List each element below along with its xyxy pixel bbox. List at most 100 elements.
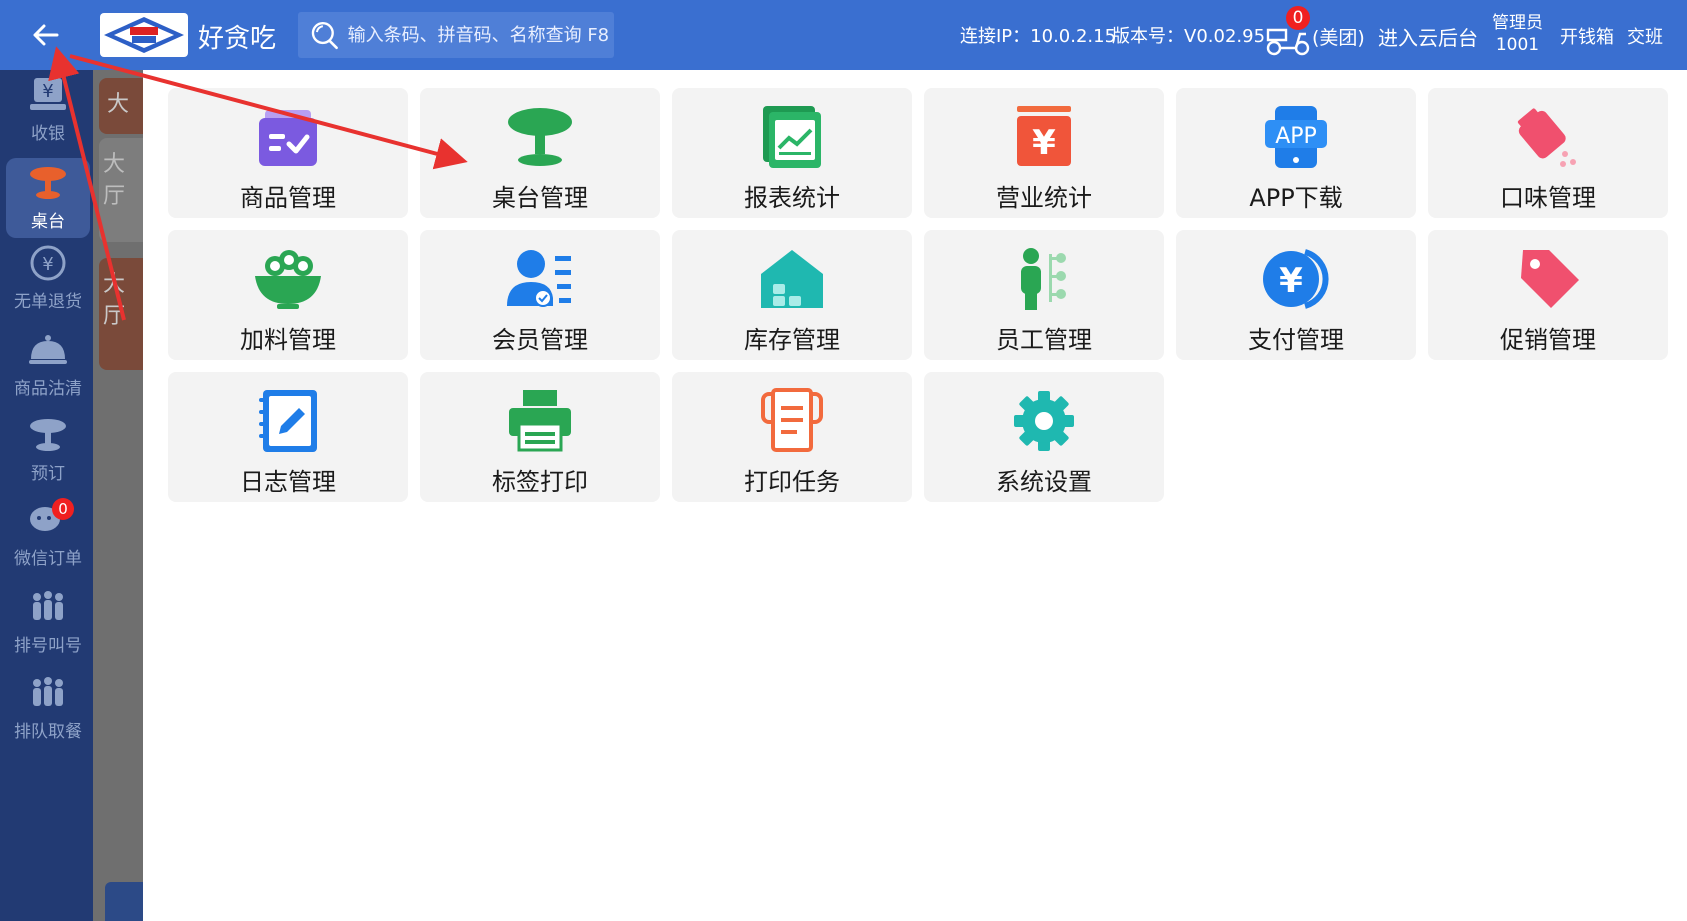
dimmed-card: 大厅 [99, 258, 143, 370]
tile-payment-management[interactable]: ¥ 支付管理 [1176, 230, 1416, 360]
dimmed-button [105, 882, 143, 921]
sidebar-item-table[interactable]: 桌台 [6, 158, 90, 238]
cloud-backend-link[interactable]: 进入云后台 [1378, 22, 1478, 51]
sidebar-item-label: 排队取餐 [14, 722, 82, 742]
tile-label: 库存管理 [744, 326, 840, 354]
tile-product-management[interactable]: 商品管理 [168, 88, 408, 218]
sidebar-item-label: 预订 [31, 464, 65, 484]
tile-promotion-management[interactable]: 促销管理 [1428, 230, 1668, 360]
bell-icon [29, 335, 67, 364]
payment-icon: ¥ [1263, 249, 1329, 309]
dimmed-card: 大厅 [99, 138, 143, 242]
tile-business-statistics[interactable]: ¥ 营业统计 [924, 88, 1164, 218]
sidebar-item-label: 微信订单 [14, 549, 82, 569]
wechat-order-badge: 0 [52, 498, 74, 520]
tile-topping-management[interactable]: 加料管理 [168, 230, 408, 360]
delivery-badge: 0 [1286, 6, 1310, 30]
back-button[interactable] [26, 16, 66, 54]
left-sidebar: ¥ 收银 桌台 ¥ 无单退货 商品沽清 预订 0 微信订单 排号叫号 排队取餐 [0, 70, 93, 921]
meituan-label[interactable]: (美团) [1312, 23, 1365, 50]
shift-handover-button[interactable]: 交班 [1627, 23, 1663, 49]
sidebar-item-label: 排号叫号 [14, 636, 82, 656]
tile-table-management[interactable]: 桌台管理 [420, 88, 660, 218]
table-manage-icon [508, 108, 572, 166]
admin-id: 1001 [1495, 35, 1540, 55]
product-icon [259, 110, 317, 166]
sidebar-item-queue-pickup[interactable]: 排队取餐 [5, 668, 91, 748]
svg-text:¥: ¥ [1032, 123, 1056, 163]
reserve-icon [30, 419, 66, 451]
staff-icon [1021, 248, 1066, 310]
promotion-icon [1521, 250, 1579, 308]
tile-label: 支付管理 [1248, 326, 1344, 354]
tile-print-tasks[interactable]: 打印任务 [672, 372, 912, 502]
revenue-icon: ¥ [1017, 106, 1071, 166]
management-grid: 商品管理 桌台管理 报表统计 ¥ 营业统计 APP APP下载 口味管理 加料管… [143, 70, 1687, 921]
tile-label: 口味管理 [1500, 184, 1596, 212]
brand-logo [100, 13, 188, 57]
dimmed-card: 大 [99, 78, 143, 134]
label-print-icon [509, 390, 571, 452]
tile-report-statistics[interactable]: 报表统计 [672, 88, 912, 218]
sidebar-item-label: 收银 [31, 124, 65, 144]
search-box[interactable] [298, 12, 614, 58]
tile-label: 员工管理 [996, 326, 1092, 354]
report-icon [763, 106, 821, 168]
search-input[interactable] [347, 24, 614, 46]
tile-member-management[interactable]: 会员管理 [420, 230, 660, 360]
sidebar-item-label: 商品沽清 [14, 379, 82, 399]
sidebar-item-cashier[interactable]: ¥ 收银 [5, 70, 91, 150]
tile-label: 会员管理 [492, 326, 588, 354]
tile-label: 报表统计 [744, 184, 840, 212]
sidebar-item-queue-call[interactable]: 排号叫号 [5, 582, 91, 662]
tile-staff-management[interactable]: 员工管理 [924, 230, 1164, 360]
refund-icon: ¥ [30, 245, 66, 281]
tile-system-settings[interactable]: 系统设置 [924, 372, 1164, 502]
sidebar-item-refund[interactable]: ¥ 无单退货 [5, 238, 91, 318]
version-label: 版本号：V0.02.95 [1112, 26, 1266, 47]
tile-label: 商品管理 [240, 184, 336, 212]
svg-text:¥: ¥ [42, 254, 53, 275]
dimmed-label: 大 [107, 92, 130, 117]
tile-label: 加料管理 [240, 326, 336, 354]
tile-flavor-management[interactable]: 口味管理 [1428, 88, 1668, 218]
tile-label: 日志管理 [240, 468, 336, 496]
ip-label: 连接IP：10.0.2.15 [960, 26, 1117, 47]
table-icon [30, 167, 66, 199]
tile-label: 标签打印 [492, 468, 588, 496]
search-icon [311, 21, 338, 50]
tile-label: APP下载 [1249, 184, 1343, 212]
flavor-icon [1517, 108, 1576, 167]
app-icon-text: APP [1275, 124, 1317, 149]
tile-app-download[interactable]: APP APP下载 [1176, 88, 1416, 218]
sidebar-item-soldout[interactable]: 商品沽清 [5, 325, 91, 405]
open-cash-box-button[interactable]: 开钱箱 [1560, 23, 1614, 49]
arrow-left-icon [33, 24, 59, 46]
sidebar-item-wechat-order[interactable]: 0 微信订单 [5, 495, 91, 575]
cashier-icon: ¥ [30, 78, 66, 110]
app-root: 好贪吃 连接IP：10.0.2.15 版本号：V0.02.95 0 (美团) 进… [0, 0, 1687, 921]
dimmed-table-column: 大 大厅 大厅 [93, 70, 143, 921]
app-download-icon: APP [1265, 106, 1327, 168]
svg-text:¥: ¥ [1279, 261, 1303, 301]
tile-inventory-management[interactable]: 库存管理 [672, 230, 912, 360]
tile-log-management[interactable]: 日志管理 [168, 372, 408, 502]
top-bar: 好贪吃 连接IP：10.0.2.15 版本号：V0.02.95 0 (美团) 进… [0, 0, 1687, 70]
sidebar-item-label: 无单退货 [14, 292, 82, 312]
tile-label-printing[interactable]: 标签打印 [420, 372, 660, 502]
dimmed-label: 大厅 [103, 152, 126, 209]
sidebar-item-label: 桌台 [31, 212, 65, 232]
delivery-button[interactable]: 0 [1264, 6, 1312, 58]
svg-text:¥: ¥ [42, 81, 53, 102]
admin-info: 管理员 1001 [1492, 12, 1543, 56]
tile-label: 系统设置 [996, 468, 1092, 496]
dimmed-label: 大厅 [103, 272, 126, 329]
topping-icon [255, 250, 321, 309]
settings-icon [1014, 391, 1074, 451]
app-name: 好贪吃 [198, 24, 277, 54]
tile-label: 桌台管理 [492, 184, 588, 212]
print-task-icon [761, 388, 823, 452]
member-icon [507, 250, 571, 307]
sidebar-item-reserve[interactable]: 预订 [5, 410, 91, 490]
queue-call-icon [33, 591, 63, 620]
